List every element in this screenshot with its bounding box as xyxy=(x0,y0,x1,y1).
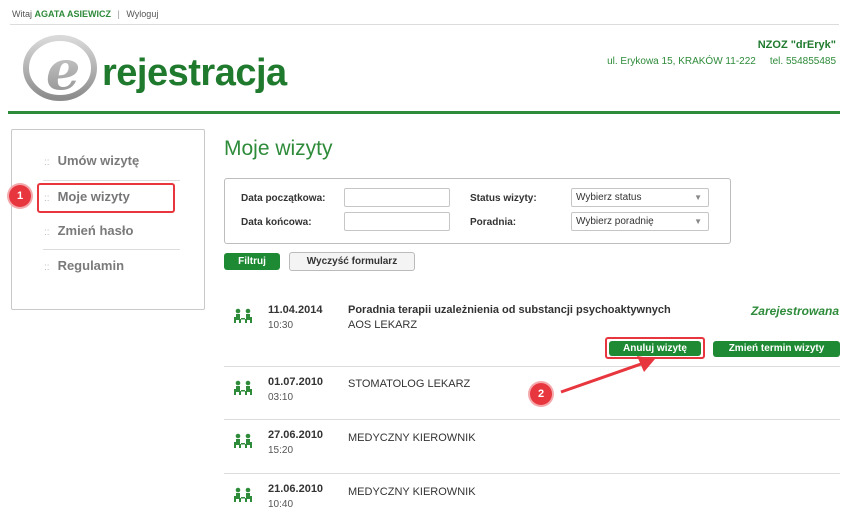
sidebar-item-label: Regulamin xyxy=(57,258,125,273)
status-label: Status wizyty: xyxy=(470,193,537,204)
highlight-box-1 xyxy=(37,183,175,213)
sidebar-item-book-visit[interactable]: :: Umów wizytę xyxy=(44,153,139,168)
start-date-label: Data początkowa: xyxy=(241,193,326,204)
header-divider xyxy=(8,111,840,114)
reschedule-visit-button[interactable]: Zmień termin wizyty xyxy=(713,341,840,357)
row-divider xyxy=(224,366,840,367)
visit-people-icon xyxy=(234,487,252,502)
sidebar-divider xyxy=(43,180,180,181)
bullet-dots: :: xyxy=(44,157,50,168)
clinic-label: Poradnia: xyxy=(470,217,517,228)
sidebar-item-change-password[interactable]: :: Zmień hasło xyxy=(44,223,133,238)
clinic-address: ul. Erykowa 15, KRAKÓW 11-222 xyxy=(607,56,756,67)
visit-people-icon xyxy=(234,308,252,323)
row-divider xyxy=(224,473,840,474)
filter-button[interactable]: Filtruj xyxy=(224,253,280,270)
separator: | xyxy=(117,9,120,19)
visit-time: 10:40 xyxy=(268,499,294,510)
annotation-badge-2: 2 xyxy=(530,383,552,405)
greeting-text: Witaj xyxy=(12,9,32,19)
clinic-select[interactable]: Wybierz poradnię ▼ xyxy=(571,212,709,231)
annotation-badge-1: 1 xyxy=(9,185,31,207)
clear-form-button[interactable]: Wyczyść formularz xyxy=(289,252,415,271)
user-name: AGATA ASIEWICZ xyxy=(34,9,112,19)
status-select[interactable]: Wybierz status ▼ xyxy=(571,188,709,207)
row-divider xyxy=(224,419,840,420)
visit-date: 01.07.2010 xyxy=(268,376,324,388)
logo-letter: e xyxy=(46,38,80,102)
sidebar-item-terms[interactable]: :: Regulamin xyxy=(44,258,124,273)
sidebar-item-label: Umów wizytę xyxy=(57,153,140,168)
chevron-down-icon: ▼ xyxy=(694,217,702,226)
bullet-dots: :: xyxy=(44,262,50,273)
user-bar: Witaj AGATA ASIEWICZ | Wyloguj xyxy=(12,9,158,19)
visit-date: 11.04.2014 xyxy=(268,304,323,316)
visit-doctor: AOS LEKARZ xyxy=(348,319,418,331)
clinic-phone: tel. 554855485 xyxy=(769,56,836,67)
visit-time: 15:20 xyxy=(268,445,294,456)
visit-people-icon xyxy=(234,433,252,448)
clinic-select-value: Wybierz poradnię xyxy=(576,216,654,227)
visit-time: 03:10 xyxy=(268,392,294,403)
end-date-label: Data końcowa: xyxy=(241,217,312,228)
chevron-down-icon: ▼ xyxy=(694,193,702,202)
logo-text: rejestracja xyxy=(102,52,287,94)
end-date-input[interactable] xyxy=(344,212,450,231)
status-badge: Zarejestrowana xyxy=(750,304,839,318)
bullet-dots: :: xyxy=(44,227,50,238)
status-select-value: Wybierz status xyxy=(576,192,642,203)
page-title: Moje wizyty xyxy=(224,137,333,160)
sidebar: :: Umów wizytę :: Moje wizyty :: Zmień hasł… xyxy=(11,129,205,310)
logout-link[interactable]: Wyloguj xyxy=(126,9,158,19)
clinic-contact: ul. Erykowa 15, KRAKÓW 11-222 tel. 554855… xyxy=(607,56,836,67)
top-divider xyxy=(10,24,839,25)
visit-doctor: MEDYCZNY KIEROWNIK xyxy=(348,432,476,444)
filter-form: Data początkowa: Data końcowa: Status wi… xyxy=(224,178,731,244)
visit-clinic: Poradnia terapii uzależnienia od substan… xyxy=(348,304,671,316)
annotation-arrow-icon xyxy=(560,356,655,394)
visit-people-icon xyxy=(234,380,252,395)
start-date-input[interactable] xyxy=(344,188,450,207)
clinic-name: NZOZ "drEryk" xyxy=(757,39,836,51)
visit-date: 27.06.2010 xyxy=(268,429,324,441)
visit-doctor: MEDYCZNY KIEROWNIK xyxy=(348,486,476,498)
visit-doctor: STOMATOLOG LEKARZ xyxy=(348,378,471,390)
visit-date: 21.06.2010 xyxy=(268,483,324,495)
sidebar-item-label: Zmień hasło xyxy=(57,223,134,238)
visit-time: 10:30 xyxy=(268,320,294,331)
sidebar-divider xyxy=(43,249,180,250)
logo-e-icon: e xyxy=(23,35,97,102)
